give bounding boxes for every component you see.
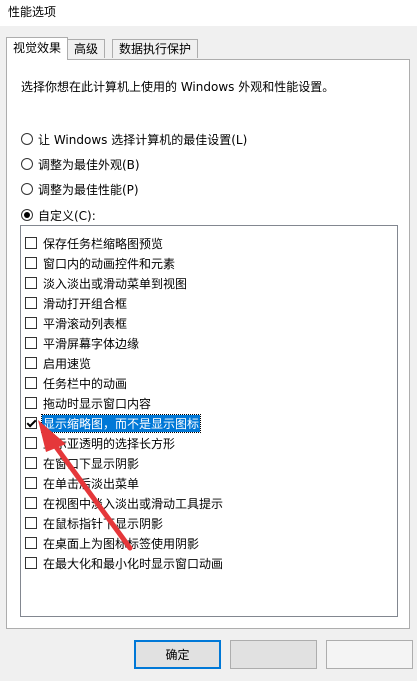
list-item[interactable]: 淡入淡出或滑动菜单到视图 — [25, 274, 188, 292]
list-item[interactable]: 拖动时显示窗口内容 — [25, 394, 152, 412]
checkbox-label: 拖动时显示窗口内容 — [43, 396, 152, 411]
radio-button[interactable] — [21, 209, 33, 221]
checkbox-label: 在最大化和最小化时显示窗口动画 — [43, 556, 224, 571]
checkbox[interactable] — [25, 237, 37, 249]
checkbox[interactable] — [25, 497, 37, 509]
checkbox-label: 在单击后淡出菜单 — [43, 476, 140, 491]
list-item[interactable]: 保存任务栏缩略图预览 — [25, 234, 164, 252]
radio-label: 调整为最佳外观(B) — [38, 157, 140, 172]
checkbox[interactable] — [25, 377, 37, 389]
visual-effects-panel: 选择你想在此计算机上使用的 Windows 外观和性能设置。 让 Windows… — [6, 59, 410, 629]
radio-best-appearance[interactable]: 调整为最佳外观(B) — [21, 155, 140, 173]
checkbox[interactable] — [25, 537, 37, 549]
checkbox[interactable] — [25, 357, 37, 369]
effects-checklist[interactable]: 保存任务栏缩略图预览 窗口内的动画控件和元素 淡入淡出或滑动菜单到视图 滑动打开… — [20, 225, 398, 617]
radio-label: 调整为最佳性能(P) — [38, 182, 139, 197]
radio-button[interactable] — [21, 158, 33, 170]
cancel-button[interactable] — [230, 640, 317, 669]
radio-label: 自定义(C): — [38, 208, 96, 223]
checkbox-label: 窗口内的动画控件和元素 — [43, 256, 176, 271]
checkbox-label: 滑动打开组合框 — [43, 296, 128, 311]
list-item[interactable]: 平滑屏幕字体边缘 — [25, 334, 140, 352]
checkbox-label: 平滑屏幕字体边缘 — [43, 336, 140, 351]
checkbox-label: 在桌面上为图标标签使用阴影 — [43, 536, 200, 551]
checkbox[interactable] — [25, 257, 37, 269]
title-bar: 性能选项 — [0, 0, 417, 26]
description-text: 选择你想在此计算机上使用的 Windows 外观和性能设置。 — [21, 80, 335, 94]
checkbox[interactable] — [25, 337, 37, 349]
list-item[interactable]: 在桌面上为图标标签使用阴影 — [25, 534, 200, 552]
list-item[interactable]: 任务栏中的动画 — [25, 374, 128, 392]
checkbox[interactable] — [25, 437, 37, 449]
checkbox-label: 启用速览 — [43, 356, 92, 371]
tab-advanced[interactable]: 高级 — [67, 39, 106, 58]
checkbox-label: 任务栏中的动画 — [43, 376, 128, 391]
list-item[interactable]: 启用速览 — [25, 354, 92, 372]
checkbox[interactable] — [25, 557, 37, 569]
ok-button[interactable]: 确定 — [134, 640, 221, 669]
checkbox-label: 在窗口下显示阴影 — [43, 456, 140, 471]
list-item[interactable]: 窗口内的动画控件和元素 — [25, 254, 176, 272]
checkbox-label: 显示亚透明的选择长方形 — [43, 436, 176, 451]
checkbox[interactable] — [25, 397, 37, 409]
list-item[interactable]: 平滑滚动列表框 — [25, 314, 128, 332]
checkbox-label: 在鼠标指针下显示阴影 — [43, 516, 164, 531]
radio-custom[interactable]: 自定义(C): — [21, 206, 96, 224]
list-item[interactable]: 在视图中淡入淡出或滑动工具提示 — [25, 494, 224, 512]
checkbox-label: 淡入淡出或滑动菜单到视图 — [43, 276, 188, 291]
list-item-selected[interactable]: 显示缩略图，而不是显示图标 — [25, 413, 202, 433]
checkbox[interactable] — [25, 277, 37, 289]
radio-let-windows-choose[interactable]: 让 Windows 选择计算机的最佳设置(L) — [21, 130, 247, 148]
list-item[interactable]: 滑动打开组合框 — [25, 294, 128, 312]
checkbox[interactable] — [25, 477, 37, 489]
checkbox[interactable] — [25, 457, 37, 469]
apply-button[interactable] — [326, 640, 413, 669]
tab-visual-effects[interactable]: 视觉效果 — [6, 37, 69, 60]
list-item[interactable]: 在单击后淡出菜单 — [25, 474, 140, 492]
list-item[interactable]: 在鼠标指针下显示阴影 — [25, 514, 164, 532]
radio-best-performance[interactable]: 调整为最佳性能(P) — [21, 180, 139, 198]
list-item[interactable]: 在窗口下显示阴影 — [25, 454, 140, 472]
checkbox[interactable] — [25, 517, 37, 529]
checkbox-label: 平滑滚动列表框 — [43, 316, 128, 331]
radio-button[interactable] — [21, 183, 33, 195]
tab-data-execution-prevention[interactable]: 数据执行保护 — [112, 39, 199, 58]
checkbox-label: 保存任务栏缩略图预览 — [43, 236, 164, 251]
checkbox-label: 在视图中淡入淡出或滑动工具提示 — [43, 496, 224, 511]
checkbox-label: 显示缩略图，而不是显示图标 — [40, 413, 202, 433]
checkbox[interactable] — [25, 317, 37, 329]
list-item[interactable]: 在最大化和最小化时显示窗口动画 — [25, 554, 224, 572]
window-title: 性能选项 — [8, 5, 57, 19]
radio-button[interactable] — [21, 133, 33, 145]
checkbox[interactable] — [25, 297, 37, 309]
radio-label: 让 Windows 选择计算机的最佳设置(L) — [38, 132, 248, 147]
list-item[interactable]: 显示亚透明的选择长方形 — [25, 434, 176, 452]
checkbox-checked[interactable] — [25, 417, 37, 429]
